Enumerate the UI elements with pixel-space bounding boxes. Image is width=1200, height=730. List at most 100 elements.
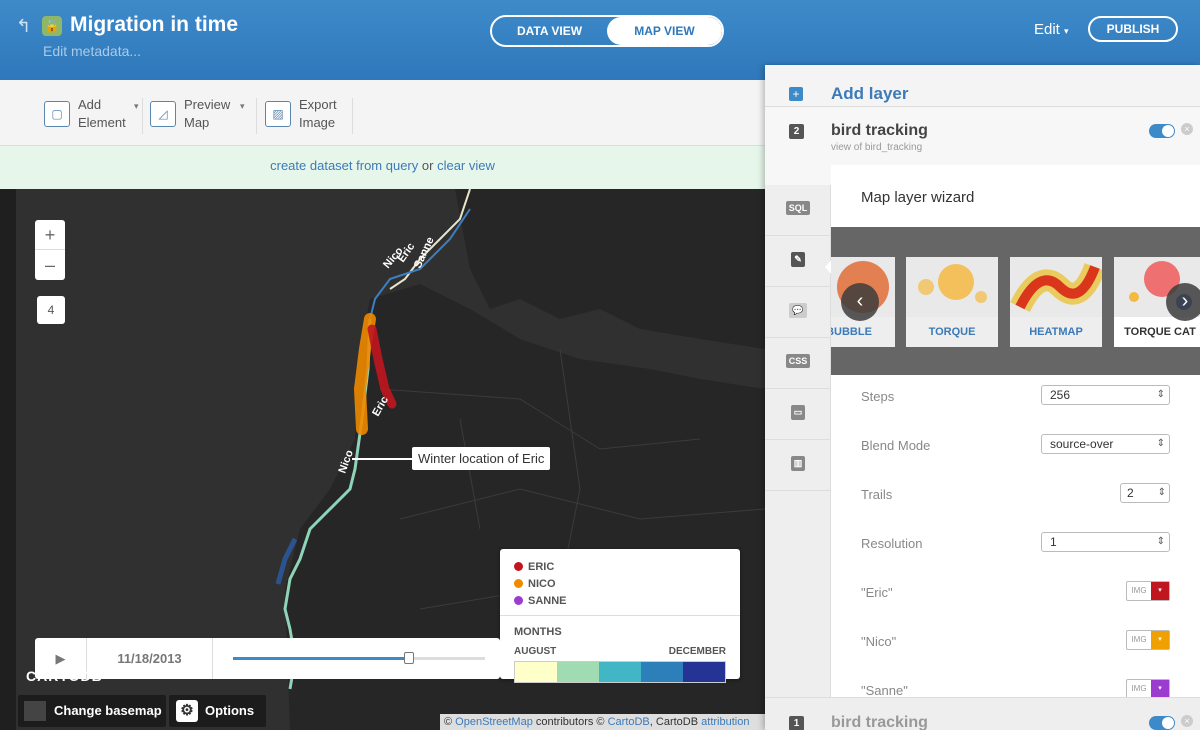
viz-type-heatmap[interactable]: HEATMAP xyxy=(1010,257,1102,347)
attribution-link[interactable]: attribution xyxy=(701,716,749,728)
sql-tool[interactable]: SQL xyxy=(765,185,831,236)
add-element-button[interactable]: ▢ Add Element ▾ xyxy=(44,96,139,132)
timeline-slider[interactable] xyxy=(233,652,485,664)
blend-mode-select[interactable]: source-over xyxy=(1041,434,1170,454)
legend-label: NICO xyxy=(528,577,556,590)
css-tool[interactable]: CSS xyxy=(765,338,831,389)
eric-color-row: "Eric" IMG ▾ xyxy=(861,581,1171,603)
annotation-line xyxy=(352,458,412,460)
chevron-down-icon: ▾ xyxy=(1151,631,1169,649)
close-icon[interactable]: × xyxy=(1181,123,1193,135)
data-view-tab[interactable]: DATA VIEW xyxy=(492,17,607,45)
month-color-ramp xyxy=(514,661,726,683)
chevron-down-icon: ▾ xyxy=(134,100,139,111)
lock-icon[interactable]: 🔓 xyxy=(42,16,62,36)
legend-item-eric: ERIC xyxy=(514,558,726,575)
border-strip xyxy=(0,189,16,730)
legend-tool[interactable]: ▭ xyxy=(765,389,831,440)
ramp-step xyxy=(515,662,557,682)
export-image-button[interactable]: ▨ Export Image xyxy=(265,96,355,132)
viz-type-torque[interactable]: TORQUE xyxy=(906,257,998,347)
eric-color-picker[interactable]: IMG ▾ xyxy=(1126,581,1170,601)
map-legend: ERIC NICO SANNE MONTHS AUGUST DECEMBER xyxy=(500,549,740,683)
nico-color-picker[interactable]: IMG ▾ xyxy=(1126,630,1170,650)
zoom-in-button[interactable]: + xyxy=(35,220,65,250)
create-dataset-link[interactable]: create dataset from query xyxy=(270,158,418,173)
viz-label: BUBBLE xyxy=(831,317,895,347)
eric-label: "Eric" xyxy=(861,585,893,600)
layer-name[interactable]: bird tracking xyxy=(831,714,928,730)
legend-label: SANNE xyxy=(528,594,567,607)
cartodb-link[interactable]: CartoDB xyxy=(608,716,650,728)
attr-contributors: contributors © xyxy=(535,716,605,728)
month-start-label: AUGUST xyxy=(514,646,557,657)
sanne-swatch xyxy=(514,596,523,605)
viz-label: TORQUE CAT xyxy=(1114,317,1200,347)
months-title: MONTHS xyxy=(514,626,562,638)
heatmap-thumbnail xyxy=(1010,257,1102,317)
add-layer-button[interactable]: + Add layer xyxy=(765,65,1200,107)
map-view-tab[interactable]: MAP VIEW xyxy=(607,17,722,45)
carousel-prev-button[interactable]: ‹ xyxy=(841,283,879,321)
layer-visibility-toggle[interactable] xyxy=(1149,124,1175,138)
preview-map-button[interactable]: ◿ Preview Map ▾ xyxy=(150,96,245,132)
category-legend: ERIC NICO SANNE xyxy=(500,549,740,616)
layer-number: 1 xyxy=(789,716,804,730)
layer-card-collapsed[interactable]: 1 bird tracking × xyxy=(765,697,1200,730)
eric-swatch xyxy=(514,562,523,571)
close-icon[interactable]: × xyxy=(1181,715,1193,727)
osm-link[interactable]: OpenStreetMap xyxy=(455,716,533,728)
month-end-label: DECEMBER xyxy=(668,646,726,657)
infowindow-tool[interactable]: 💬 xyxy=(765,287,831,338)
timeline-handle[interactable] xyxy=(404,652,415,664)
edit-metadata-link[interactable]: Edit metadata... xyxy=(43,43,141,59)
options-button[interactable]: ⚙ Options xyxy=(169,695,266,727)
change-basemap-button[interactable]: Change basemap xyxy=(18,695,166,727)
viz-label: HEATMAP xyxy=(1010,317,1102,347)
options-label: Options xyxy=(205,703,255,718)
img-label: IMG xyxy=(1131,684,1147,693)
plus-icon: + xyxy=(789,87,803,101)
nico-color-row: "Nico" IMG ▾ xyxy=(861,630,1171,652)
map-attribution: © OpenStreetMap contributors © CartoDB, … xyxy=(440,714,765,730)
layer-name[interactable]: bird tracking xyxy=(831,122,928,140)
viz-type-carousel: BUBBLE TORQUE HEATMAP xyxy=(831,227,1200,375)
steps-row: Steps 256 xyxy=(861,385,1171,407)
publish-button[interactable]: PUBLISH xyxy=(1088,16,1178,42)
map-title[interactable]: Migration in time xyxy=(70,13,238,37)
sanne-color-picker[interactable]: IMG ▾ xyxy=(1126,679,1170,699)
blend-mode-row: Blend Mode source-over xyxy=(861,434,1171,456)
steps-select[interactable]: 256 xyxy=(1041,385,1170,405)
annotation-label[interactable]: Winter location of Eric xyxy=(412,447,551,470)
filters-tool[interactable]: ▥ xyxy=(765,440,831,491)
attr-cartodb-plain: , CartoDB xyxy=(649,716,699,728)
wizard-tool[interactable]: ✎ xyxy=(765,236,831,287)
map-layer-wizard: Map layer wizard BUBBLE TORQUE xyxy=(831,165,1200,705)
element-icon: ▢ xyxy=(44,101,70,127)
trails-stepper[interactable]: 2 xyxy=(1120,483,1170,503)
legend-icon: ▭ xyxy=(790,405,806,420)
add-element-label: Add Element xyxy=(78,97,126,130)
carousel-next-button[interactable]: › xyxy=(1166,283,1200,321)
export-image-label: Export Image xyxy=(299,97,337,130)
layer-number: 2 xyxy=(789,124,804,139)
css-icon: CSS xyxy=(785,354,811,368)
resolution-select[interactable]: 1 xyxy=(1041,532,1170,552)
brush-icon: ✎ xyxy=(791,252,805,267)
back-arrow-icon[interactable]: ↰ xyxy=(16,16,31,37)
edit-menu[interactable]: Edit ▾ xyxy=(1034,21,1069,38)
viz-label: TORQUE xyxy=(906,317,998,347)
ramp-step xyxy=(683,662,725,682)
wizard-title: Map layer wizard xyxy=(861,189,975,206)
zoom-out-button[interactable]: – xyxy=(35,250,65,280)
torque-thumbnail xyxy=(906,257,998,317)
sanne-label: "Sanne" xyxy=(861,683,908,698)
divider xyxy=(142,98,143,134)
layer-visibility-toggle[interactable] xyxy=(1149,716,1175,730)
cartodb-logo: CARTODB xyxy=(26,668,103,684)
clear-view-link[interactable]: clear view xyxy=(437,158,495,173)
zoom-control: + – xyxy=(35,220,65,280)
nico-label: "Nico" xyxy=(861,634,897,649)
steps-label: Steps xyxy=(861,389,895,404)
trails-row: Trails 2 xyxy=(861,483,1171,505)
